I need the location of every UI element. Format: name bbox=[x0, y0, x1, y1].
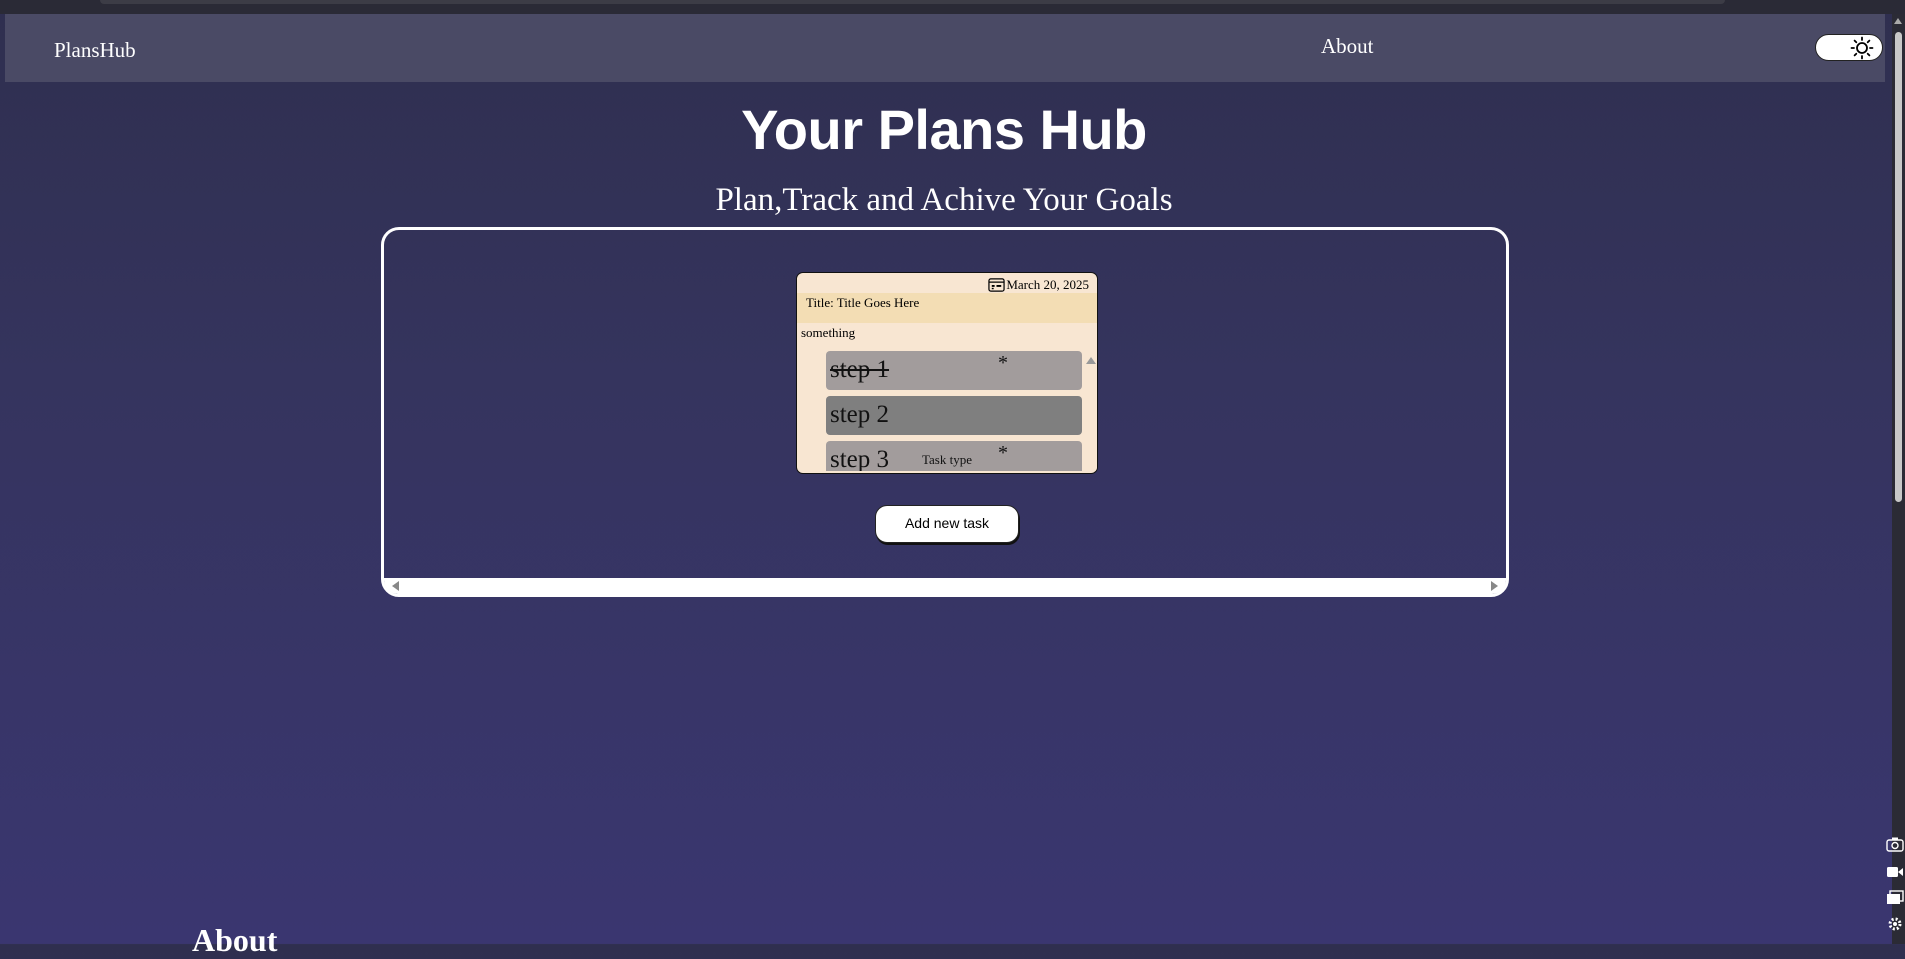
browser-top-strip bbox=[0, 0, 1905, 14]
gear-icon[interactable] bbox=[1886, 916, 1904, 932]
add-task-button[interactable]: Add new task bbox=[875, 505, 1019, 543]
step-label: step 3 bbox=[830, 446, 890, 471]
scroll-up-arrow-icon[interactable] bbox=[1086, 357, 1096, 364]
page-subtitle: Plan,Track and Achive Your Goals bbox=[715, 182, 1173, 218]
step-item[interactable]: step 2 bbox=[826, 396, 1082, 435]
navbar: PlansHub About bbox=[5, 14, 1885, 82]
scroll-right-arrow-icon[interactable] bbox=[1491, 581, 1498, 591]
step-item[interactable]: step 1 * bbox=[826, 351, 1082, 390]
camera-icon[interactable] bbox=[1886, 836, 1904, 852]
page-scroll-up-icon[interactable] bbox=[1894, 18, 1902, 24]
about-heading: About bbox=[192, 922, 278, 958]
task-card[interactable]: Title: Title Goes Here March 20, 2025 so… bbox=[796, 272, 1098, 474]
page-scrollbar[interactable] bbox=[1892, 14, 1905, 944]
nav-about-link[interactable]: About bbox=[1321, 34, 1374, 59]
screens-icon[interactable] bbox=[1886, 890, 1904, 906]
theme-toggle[interactable] bbox=[1815, 34, 1883, 61]
card-title: Title: Title Goes Here bbox=[806, 295, 920, 310]
brand-logo[interactable]: PlansHub bbox=[54, 38, 136, 63]
step-label: step 2 bbox=[830, 401, 890, 428]
page-scroll-thumb[interactable] bbox=[1895, 32, 1902, 502]
card-date: March 20, 2025 bbox=[988, 277, 1089, 293]
sun-icon bbox=[1850, 36, 1874, 60]
step-label: step 1 bbox=[830, 356, 890, 383]
card-title-bar: Title: Title Goes Here bbox=[797, 293, 1097, 323]
calendar-icon bbox=[988, 278, 1005, 292]
step-item[interactable]: step 3 Task type * bbox=[826, 441, 1082, 471]
scroll-left-arrow-icon[interactable] bbox=[392, 581, 399, 591]
page-title: Your Plans Hub bbox=[741, 98, 1147, 161]
browser-address-edge bbox=[100, 0, 1725, 4]
step-marker: * bbox=[998, 352, 1008, 374]
task-type-label: Task type bbox=[922, 452, 972, 467]
card-description: something bbox=[801, 325, 856, 340]
steps-list[interactable]: step 1 * step 2 step 3 Task type * bbox=[797, 351, 1097, 471]
steps-scrollbar[interactable] bbox=[1083, 351, 1097, 471]
card-date-text: March 20, 2025 bbox=[1006, 277, 1089, 292]
tasks-board[interactable]: Title: Title Goes Here March 20, 2025 so… bbox=[381, 227, 1509, 597]
step-marker: * bbox=[998, 442, 1008, 464]
video-icon[interactable] bbox=[1886, 864, 1904, 880]
board-horizontal-scrollbar[interactable] bbox=[384, 578, 1506, 594]
side-toolbar bbox=[1884, 832, 1905, 944]
